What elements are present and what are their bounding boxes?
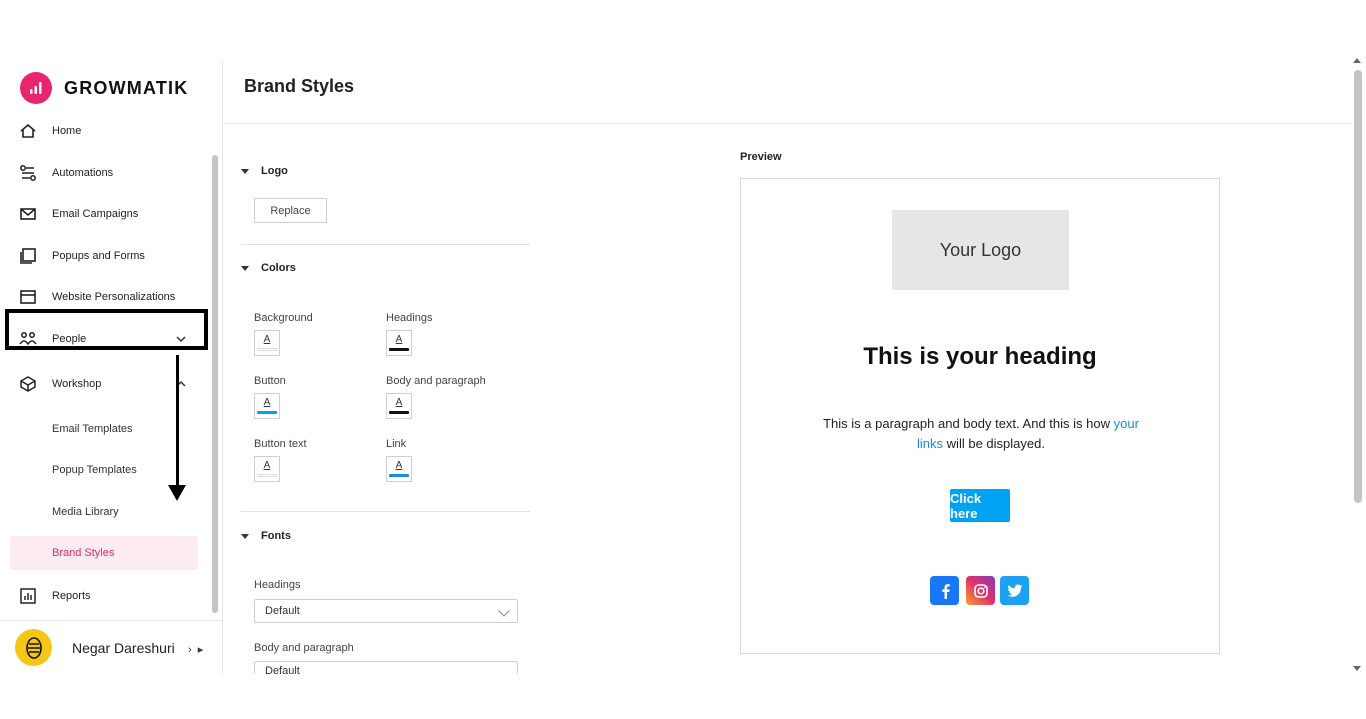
sidebar-item-label: Popups and Forms — [52, 250, 145, 262]
chevron-right-icon[interactable]: › ▸ — [188, 643, 203, 656]
select-value: Default — [265, 665, 300, 674]
sidebar-item-workshop[interactable]: Workshop — [0, 367, 214, 401]
color-swatch-button[interactable]: A — [254, 393, 280, 419]
swatch-color-bar — [389, 348, 409, 351]
sidebar-item-popups-forms[interactable]: Popups and Forms — [0, 239, 214, 273]
font-label-body: Body and paragraph — [254, 642, 354, 654]
sidebar-scrollbar[interactable] — [212, 155, 218, 613]
text-color-icon: A — [395, 460, 403, 471]
caret-down-icon — [241, 168, 249, 174]
sidebar-item-label: Website Personalizations — [52, 291, 176, 303]
select-value: Default — [265, 605, 300, 617]
text-color-icon: A — [395, 397, 403, 408]
scroll-up-arrow-icon[interactable] — [1353, 58, 1361, 63]
preview-paragraph: This is a paragraph and body text. And t… — [816, 414, 1146, 454]
text-color-icon: A — [263, 397, 271, 408]
preview-logo-placeholder: Your Logo — [892, 210, 1069, 290]
page-header: Brand Styles — [224, 60, 1352, 124]
chart-icon — [18, 586, 38, 606]
color-label-headings: Headings — [386, 312, 433, 324]
section-fonts-toggle[interactable]: Fonts — [241, 530, 291, 542]
page-scrollbar[interactable] — [1354, 70, 1362, 503]
swatch-color-bar — [257, 348, 277, 351]
annotation-arrow-head — [168, 485, 186, 501]
mail-icon — [18, 204, 38, 224]
sidebar-item-label: Home — [52, 125, 82, 137]
section-logo-toggle[interactable]: Logo — [241, 165, 288, 177]
headings-font-select[interactable]: Default — [254, 599, 518, 623]
swatch-color-bar — [389, 474, 409, 477]
section-title: Colors — [261, 262, 296, 274]
home-icon — [18, 121, 38, 141]
sidebar-subitem-popup-templates[interactable]: Popup Templates — [10, 453, 198, 487]
avatar — [15, 629, 52, 666]
instagram-icon[interactable] — [966, 576, 995, 605]
color-swatch-headings[interactable]: A — [386, 330, 412, 356]
swatch-color-bar — [257, 411, 277, 414]
color-swatch-button-text[interactable]: A — [254, 456, 280, 482]
divider — [241, 511, 530, 512]
scroll-down-arrow-icon[interactable] — [1353, 666, 1361, 671]
annotation-highlight-box — [5, 309, 208, 350]
facebook-icon[interactable] — [930, 576, 959, 605]
section-title: Fonts — [261, 530, 291, 542]
growmatik-logo-icon — [20, 72, 52, 104]
annotation-arrow — [176, 355, 179, 495]
preview-heading: This is your heading — [863, 343, 1097, 370]
preview-paragraph-text-end: will be displayed. — [946, 436, 1045, 451]
sidebar-item-label: Reports — [52, 590, 91, 602]
brand-logo[interactable]: GROWMATIK — [20, 72, 188, 104]
swatch-color-bar — [257, 474, 277, 477]
sidebar-subitem-email-templates[interactable]: Email Templates — [10, 412, 198, 446]
preview-button[interactable]: Click here — [950, 489, 1010, 522]
brand-name: GROWMATIK — [64, 77, 189, 98]
sidebar-item-label: Automations — [52, 167, 114, 179]
automation-icon — [18, 163, 38, 183]
color-label-background: Background — [254, 312, 313, 324]
sidebar-subitem-brand-styles[interactable]: Brand Styles — [10, 536, 198, 570]
color-label-button: Button — [254, 375, 286, 387]
user-profile[interactable]: Negar Dareshuri › ▸ — [0, 620, 222, 674]
page-title: Brand Styles — [244, 76, 355, 96]
text-color-icon: A — [263, 334, 271, 345]
browser-icon — [18, 287, 38, 307]
font-label-headings: Headings — [254, 579, 301, 591]
sidebar-item-home[interactable]: Home — [0, 116, 214, 146]
preview-paragraph-text: This is a paragraph and body text. And t… — [823, 416, 1110, 431]
color-swatch-background[interactable]: A — [254, 330, 280, 356]
caret-down-icon — [241, 533, 249, 539]
sidebar-item-automations[interactable]: Automations — [0, 156, 214, 190]
sidebar-item-reports[interactable]: Reports — [0, 579, 214, 613]
caret-down-icon — [241, 265, 249, 271]
preview-label: Preview — [740, 151, 782, 163]
brand-preview: Your Logo This is your heading This is a… — [740, 178, 1220, 654]
body-font-select[interactable]: Default — [254, 661, 518, 674]
sidebar-item-label: Email Campaigns — [52, 208, 139, 220]
box-icon — [18, 374, 38, 394]
color-label-body: Body and paragraph — [386, 375, 486, 387]
twitter-icon[interactable] — [1000, 576, 1029, 605]
sidebar-item-email-campaigns[interactable]: Email Campaigns — [0, 197, 214, 231]
user-name: Negar Dareshuri — [72, 639, 175, 656]
section-title: Logo — [261, 165, 288, 177]
text-color-icon: A — [263, 460, 271, 471]
text-color-icon: A — [395, 334, 403, 345]
sidebar-item-label: Workshop — [52, 378, 102, 390]
sidebar: GROWMATIK Home Automations Email Campaig… — [0, 60, 223, 674]
section-colors-toggle[interactable]: Colors — [241, 262, 296, 274]
chevron-down-icon — [498, 605, 510, 617]
replace-logo-button[interactable]: Replace — [254, 198, 327, 223]
color-swatch-link[interactable]: A — [386, 456, 412, 482]
divider — [241, 244, 530, 245]
color-label-button-text: Button text — [254, 438, 307, 450]
color-swatch-body[interactable]: A — [386, 393, 412, 419]
swatch-color-bar — [389, 411, 409, 414]
popup-icon — [18, 246, 38, 266]
color-label-link: Link — [386, 438, 407, 450]
